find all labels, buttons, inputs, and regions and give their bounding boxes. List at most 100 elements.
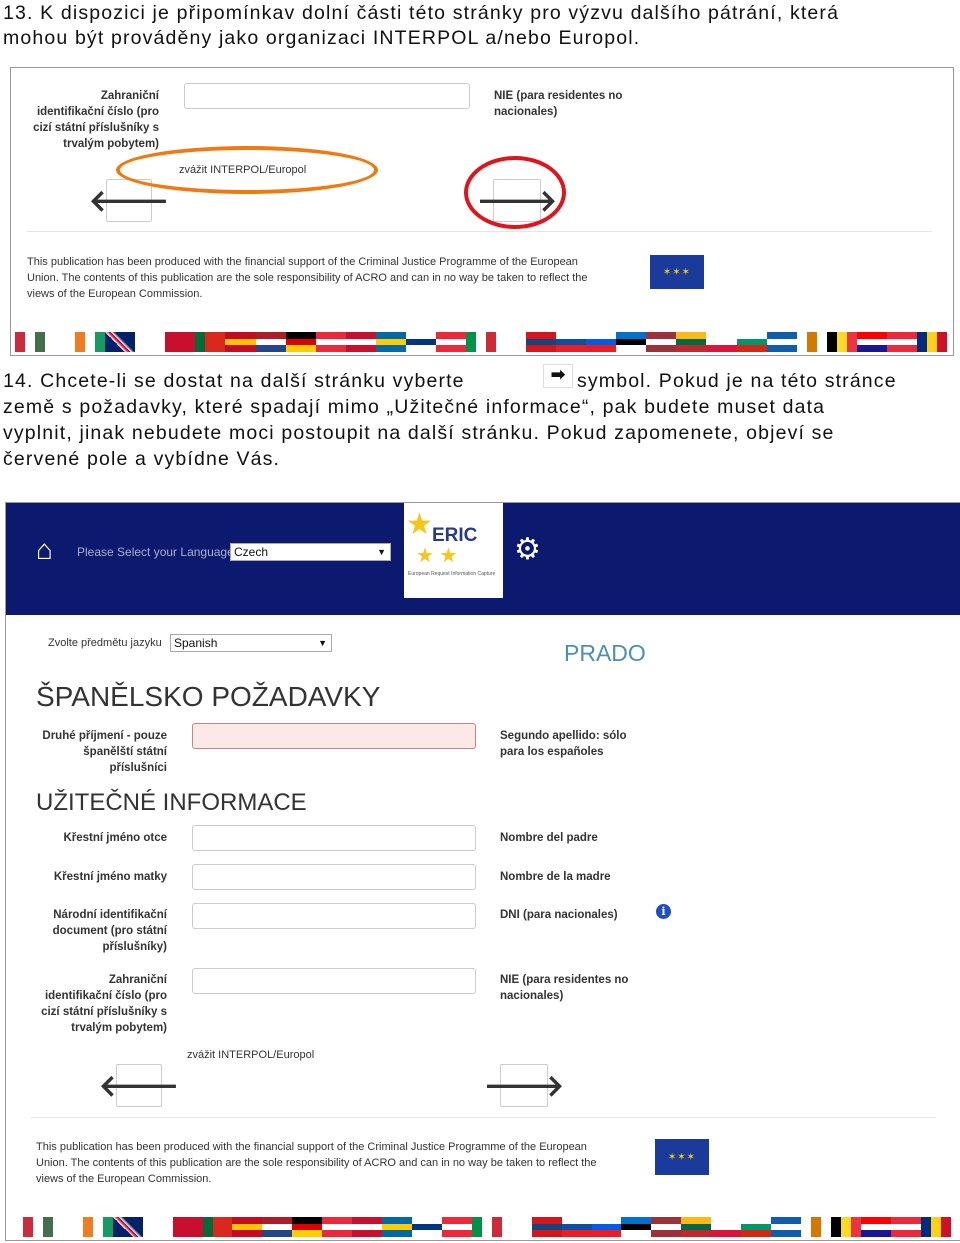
mother-name-label: Křestní jméno matky — [53, 871, 167, 883]
father-name-spanish-label: Nombre del padre — [500, 832, 598, 844]
paragraph-14-line-1a: 14. Chcete-li se dostat na další stránku… — [3, 370, 465, 392]
foreign-id-label: Zahraniční identifikační číslo (pro cizí s… — [41, 974, 167, 1034]
mother-name-input[interactable] — [192, 864, 476, 890]
country-flag — [232, 1217, 263, 1238]
paragraph-14-line-4: červené pole a vybídne Vás. — [3, 448, 281, 470]
country-flag — [800, 1217, 831, 1237]
country-flag — [471, 1217, 502, 1237]
country-flag — [706, 332, 737, 353]
foreign-id-label: Zahraniční identifikační číslo (pro cizí s… — [33, 90, 159, 150]
country-flag — [586, 332, 617, 353]
country-flag — [920, 1217, 951, 1237]
foreign-id-input[interactable] — [192, 968, 476, 994]
language-select[interactable]: Czech ▼ — [230, 543, 391, 561]
country-flag — [886, 332, 917, 353]
country-flag — [830, 1217, 861, 1237]
info-icon[interactable]: i — [656, 904, 671, 919]
country-flag — [345, 332, 376, 353]
national-id-spanish-label: DNI (para nacionales) — [500, 909, 618, 921]
national-id-label: Národní identifikační document (pro státn… — [52, 909, 167, 953]
arrow-left-icon: 🡐 — [88, 184, 170, 218]
country-flag — [526, 332, 557, 353]
country-flag — [322, 1217, 353, 1238]
country-flag — [441, 1217, 472, 1238]
country-flag — [105, 332, 136, 352]
country-flag — [796, 332, 827, 352]
country-flag — [292, 1217, 323, 1238]
country-flag — [616, 332, 647, 353]
country-flag — [315, 332, 346, 353]
screenshot-form-bottom: Zahraniční identifikační číslo (pro cizí s… — [10, 67, 954, 356]
country-flag — [561, 1217, 592, 1238]
country-flag — [375, 332, 406, 353]
arrow-right-icon: 🡒 — [483, 1069, 565, 1103]
country-flag — [646, 332, 677, 353]
country-flag — [382, 1217, 412, 1238]
back-button[interactable]: 🡐 — [89, 179, 169, 222]
country-flag — [621, 1217, 652, 1238]
back-button[interactable]: 🡐 — [99, 1064, 179, 1107]
second-surname-input-error[interactable] — [192, 723, 476, 749]
paragraph-14-line-3: vyplnit, jinak nebudete moci postoupit n… — [3, 422, 835, 444]
country-flag — [736, 332, 767, 353]
interpol-europol-option[interactable]: zvážit INTERPOL/Europol — [187, 1049, 314, 1061]
country-requirements-heading: ŠPANĚLSKO POŽADAVKY — [36, 681, 381, 712]
country-flag — [255, 332, 286, 353]
country-flag — [142, 1217, 173, 1237]
next-button[interactable]: 🡒 — [484, 1064, 564, 1107]
eu-flag-logo: ✶✶✶ — [655, 1139, 709, 1175]
country-flag — [651, 1217, 682, 1238]
country-flag — [262, 1217, 293, 1238]
country-flag — [556, 332, 587, 353]
paragraph-13-line-1: 13. K dispozici je připomínkav dolní čás… — [3, 2, 840, 24]
country-flag — [531, 1217, 562, 1238]
member-state-flags — [23, 1217, 951, 1238]
country-flag — [890, 1217, 921, 1238]
home-icon[interactable]: ⌂ — [36, 536, 53, 564]
subject-language-select[interactable]: Spanish ▼ — [170, 634, 332, 652]
country-flag — [45, 332, 76, 352]
country-flag — [741, 1217, 772, 1238]
funding-disclaimer: This publication has been produced with … — [36, 1141, 597, 1185]
interpol-europol-option[interactable]: zvážit INTERPOL/Europol — [179, 164, 306, 176]
country-flag — [23, 1217, 53, 1237]
second-surname-label: Druhé příjmení - pouze španělští státní př… — [42, 730, 167, 774]
eric-logo: ★ ERIC ★ ★ European Request Information … — [404, 503, 503, 598]
divider — [31, 1117, 936, 1118]
funding-disclaimer: This publication has been produced with … — [27, 256, 588, 300]
subject-language-label: Zvolte předmětu jazyku — [48, 637, 162, 649]
settings-gear-icon[interactable]: ⚙ — [514, 532, 541, 567]
paragraph-13-line-2: mohou být prováděny jako organizaci INTE… — [3, 27, 641, 49]
country-flag — [405, 332, 436, 353]
country-flag — [465, 332, 496, 352]
divider — [27, 231, 932, 232]
country-flag — [711, 1217, 742, 1238]
father-name-label: Křestní jméno otce — [63, 832, 167, 844]
paragraph-14-line-2: země s požadavky, které spadají mimo „Už… — [3, 396, 826, 418]
country-flag — [195, 332, 226, 352]
national-id-input[interactable] — [192, 903, 476, 929]
mother-name-spanish-label: Nombre de la madre — [500, 871, 611, 883]
country-flag — [496, 332, 527, 352]
arrow-left-icon: 🡐 — [98, 1069, 180, 1103]
country-flag — [766, 332, 797, 353]
paragraph-14-line-1b: symbol. Pokud je na této stránce — [577, 370, 897, 392]
father-name-input[interactable] — [192, 825, 476, 851]
country-flag — [82, 1217, 113, 1237]
country-flag — [225, 332, 256, 353]
country-flag — [352, 1217, 383, 1238]
country-flag — [676, 332, 707, 353]
country-flag — [172, 1217, 203, 1237]
country-flag — [681, 1217, 712, 1238]
language-label: Please Select your Language — [77, 545, 234, 559]
country-flag — [826, 332, 857, 352]
eu-flag-logo: ✶✶✶ — [650, 255, 704, 289]
country-flag — [112, 1217, 143, 1237]
arrow-right-icon: ➡ — [543, 364, 573, 388]
country-flag — [165, 332, 196, 352]
member-state-flags — [15, 332, 947, 353]
country-title: PRADO — [564, 640, 646, 666]
foreign-id-spanish-label: NIE (para residentes no nacionales) — [500, 974, 629, 1002]
foreign-id-input[interactable] — [184, 83, 470, 109]
country-flag — [135, 332, 166, 352]
